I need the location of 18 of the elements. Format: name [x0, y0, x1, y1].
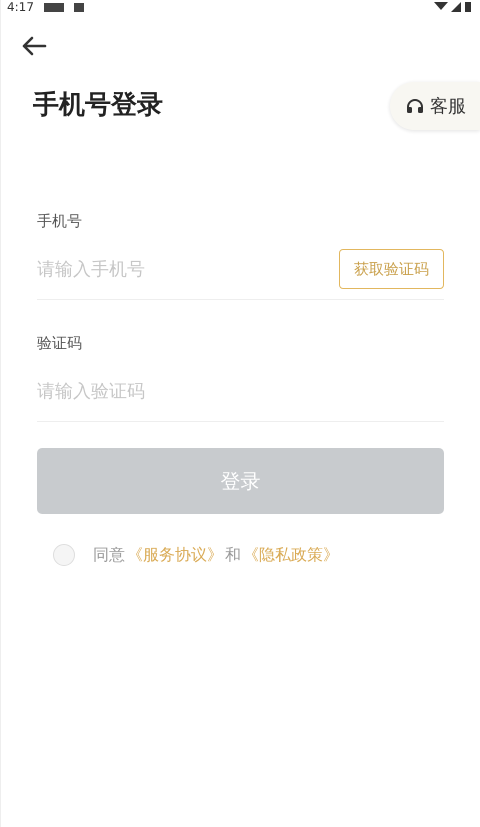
policy-link[interactable]: 《隐私政策》 — [243, 544, 339, 566]
page-title: 手机号登录 — [33, 88, 163, 122]
field-label: 手机号 — [37, 212, 82, 231]
back-icon[interactable] — [21, 36, 47, 56]
notification-icon — [44, 2, 64, 12]
signal-icon — [434, 2, 474, 12]
customer-service-button[interactable]: 客服 — [390, 82, 480, 130]
get-code-button[interactable]: 获取验证码 — [339, 249, 444, 289]
agree-checkbox[interactable] — [53, 544, 75, 566]
field-label: 验证码 — [37, 334, 82, 353]
agreement-text: 同意 — [93, 544, 125, 566]
notification-icon — [74, 2, 84, 12]
input-field[interactable]: 请输入验证码 — [37, 380, 444, 402]
headphones-icon — [406, 98, 424, 114]
agreement-text: 和 — [225, 544, 241, 566]
policy-link[interactable]: 《服务协议》 — [127, 544, 223, 566]
input-field[interactable]: 请输入手机号 — [37, 258, 339, 280]
status-time: 4:17 — [7, 0, 34, 14]
